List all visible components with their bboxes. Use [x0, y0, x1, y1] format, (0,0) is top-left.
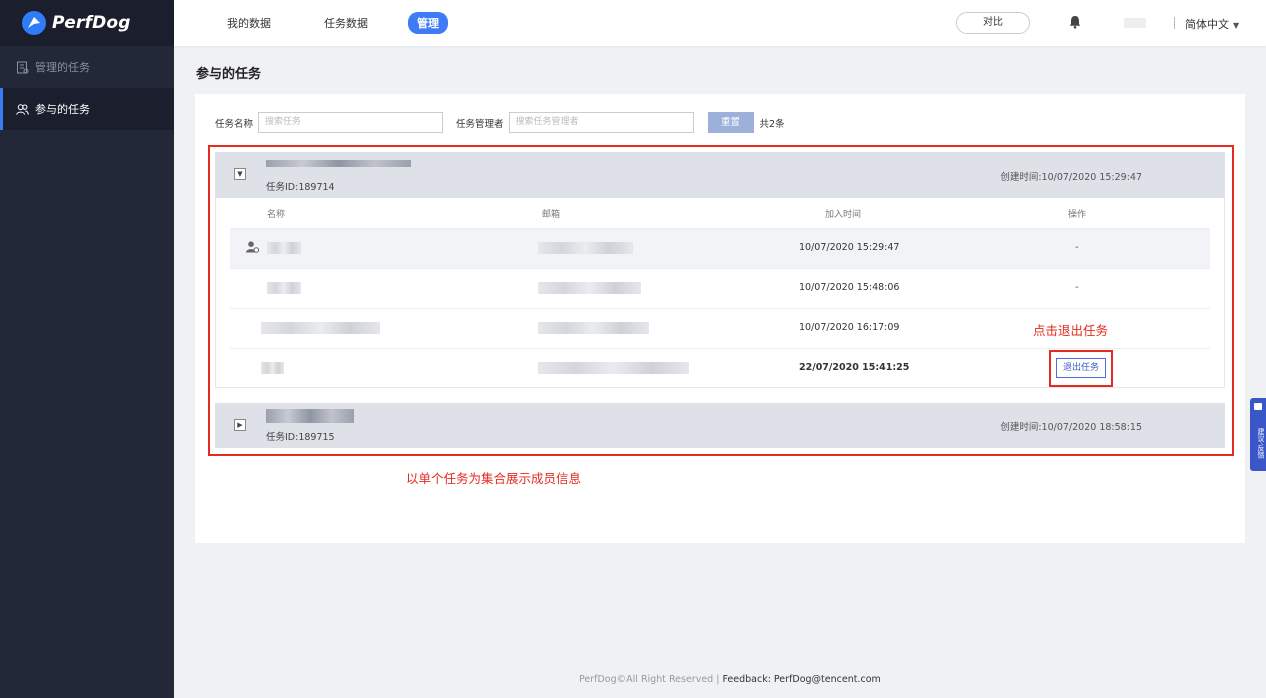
sidebar-item-managed-tasks[interactable]: 管理的任务: [0, 46, 174, 88]
member-email-blurred: [538, 242, 633, 254]
expand-toggle-icon[interactable]: ▶: [234, 419, 246, 431]
nav-my-data[interactable]: 我的数据: [227, 15, 271, 31]
table-header: 名称 邮箱 加入时间 操作: [216, 198, 1224, 228]
member-email-blurred: [538, 282, 641, 294]
page-title: 参与的任务: [196, 67, 262, 82]
feedback-tab-label: 建议·反馈: [1257, 428, 1265, 459]
annotation-group-hint: 以单个任务为集合展示成员信息: [406, 471, 582, 486]
top-bar: 我的数据 任务数据 管理 对比 简体中文 ▼: [174, 0, 1266, 46]
footer: PerfDog©All Right Reserved | Feedback: P…: [579, 674, 881, 685]
compare-button[interactable]: 对比: [956, 12, 1030, 34]
table-row: 22/07/2020 15:41:25 退出任务: [230, 348, 1210, 388]
member-name-blurred: [267, 242, 301, 254]
member-name-blurred: [261, 362, 284, 374]
doc-icon: [16, 61, 29, 74]
task-name-blurred: [266, 409, 354, 423]
join-time: 22/07/2020 15:41:25: [799, 362, 910, 373]
owner-user-icon: [246, 241, 260, 256]
task-group-header[interactable]: ▼ 任务ID:189714 创建时间:10/07/2020 15:29:47: [215, 152, 1225, 198]
created-time: 创建时间:10/07/2020 15:29:47: [1000, 172, 1142, 183]
column-header-join-time: 加入时间: [825, 210, 862, 220]
footer-feedback-link[interactable]: Feedback: PerfDog@tencent.com: [722, 674, 880, 685]
task-name-blurred: [266, 160, 411, 167]
top-nav: 我的数据 任务数据 管理: [174, 0, 448, 46]
task-name-search-input[interactable]: 搜索任务: [258, 112, 444, 133]
task-id: 任务ID:189715: [266, 432, 335, 443]
created-time: 创建时间:10/07/2020 18:58:15: [1000, 422, 1142, 433]
sidebar-item-label: 管理的任务: [35, 61, 90, 74]
manager-label: 任务管理者: [456, 118, 504, 130]
logo[interactable]: PerfDog: [0, 0, 174, 46]
manager-search-input[interactable]: 搜索任务管理者: [508, 112, 694, 133]
sidebar-item-joined-tasks[interactable]: 参与的任务: [0, 88, 174, 130]
users-icon: [16, 103, 29, 116]
row-action: -: [1075, 242, 1079, 253]
bell-icon[interactable]: [1069, 15, 1081, 32]
user-name-blurred[interactable]: [1124, 18, 1146, 28]
footer-copyright: PerfDog©All Right Reserved: [579, 674, 714, 685]
caret-down-icon: ▼: [1233, 21, 1240, 30]
feedback-float-tab[interactable]: 建议·反馈: [1250, 398, 1266, 471]
sidebar: PerfDog 管理的任务 参与的任务: [0, 0, 174, 698]
filter-bar: 任务名称 搜索任务 任务管理者 搜索任务管理者 重置 共2条: [215, 112, 785, 133]
column-header-name: 名称: [267, 210, 286, 220]
row-action: -: [1075, 282, 1079, 293]
column-header-action: 操作: [1068, 210, 1087, 220]
task-id: 任务ID:189714: [266, 182, 335, 193]
reset-button[interactable]: 重置: [707, 112, 754, 133]
language-select[interactable]: 简体中文 ▼: [1185, 16, 1239, 32]
language-label: 简体中文: [1185, 18, 1229, 31]
join-time: 10/07/2020 15:29:47: [799, 242, 900, 253]
nav-task-data[interactable]: 任务数据: [324, 15, 368, 31]
total-count: 共2条: [759, 118, 785, 130]
table-row: 10/07/2020 15:48:06 -: [230, 268, 1210, 308]
task-name-label: 任务名称: [215, 118, 254, 130]
nav-manage[interactable]: 管理: [408, 12, 448, 34]
divider: [1174, 17, 1175, 29]
member-name-blurred: [261, 322, 380, 334]
members-table: 名称 邮箱 加入时间 操作 10/07/2020 15:29:47 - 10/0…: [215, 198, 1225, 388]
table-row: 10/07/2020 15:29:47 -: [230, 228, 1210, 268]
exit-task-button[interactable]: 退出任务: [1056, 358, 1106, 378]
annotation-exit-hint: 点击退出任务: [1033, 323, 1109, 338]
perfdog-logo-icon: [22, 11, 46, 35]
member-name-blurred: [267, 282, 301, 294]
column-header-email: 邮箱: [542, 210, 561, 220]
member-email-blurred: [538, 362, 689, 374]
task-group-header[interactable]: ▶ 任务ID:189715 创建时间:10/07/2020 18:58:15: [215, 403, 1225, 448]
collapse-toggle-icon[interactable]: ▼: [234, 168, 246, 180]
sidebar-item-label: 参与的任务: [35, 103, 90, 116]
chat-icon: [1254, 403, 1262, 410]
join-time: 10/07/2020 16:17:09: [799, 322, 900, 333]
join-time: 10/07/2020 15:48:06: [799, 282, 900, 293]
brand-name: PerfDog: [52, 13, 131, 33]
member-email-blurred: [538, 322, 649, 334]
